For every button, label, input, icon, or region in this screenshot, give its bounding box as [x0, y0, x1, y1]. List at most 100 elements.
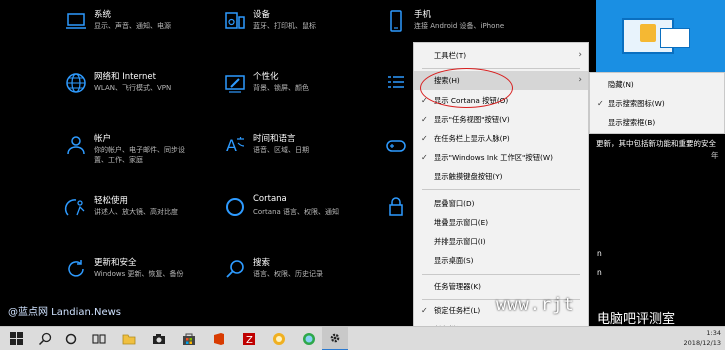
filezilla-icon: Z	[243, 333, 255, 346]
gaming-icon	[384, 133, 408, 157]
taskbar-search-button[interactable]	[32, 327, 58, 350]
chevron-right-icon: ›	[578, 75, 582, 85]
globe-icon	[64, 71, 88, 95]
tile-title: 设备	[253, 10, 271, 20]
tile-title: 网络和 Internet	[94, 72, 156, 82]
tile-desc: 语言、权限、历史记录	[253, 270, 323, 278]
promo-card-secondary	[660, 28, 690, 48]
tile-desc: 显示、声音、通知、电源	[94, 22, 171, 30]
person-icon	[64, 133, 88, 157]
tile-title: 帐户	[94, 134, 112, 144]
tile-desc: 背景、锁屏、颜色	[253, 84, 309, 92]
panel-text-year: 年	[711, 151, 719, 160]
checkmark-icon: ✓	[421, 115, 428, 124]
browser-icon	[303, 333, 315, 345]
checkmark-icon: ✓	[597, 99, 604, 108]
clock-time: 1:34	[706, 329, 721, 337]
search-icon	[223, 257, 247, 281]
tile-desc: Windows 更新、恢复、备份	[94, 270, 184, 278]
paintbrush-icon	[223, 71, 247, 95]
store-icon	[183, 333, 195, 345]
tile-title: 系统	[94, 10, 112, 20]
laptop-icon	[64, 9, 88, 33]
promo-badge-icon	[640, 24, 656, 42]
cortana-icon	[223, 195, 247, 219]
promo-illustration	[596, 0, 725, 76]
start-button[interactable]	[4, 327, 30, 350]
tile-title: 时间和语言	[253, 134, 296, 144]
menu-item-task-manager[interactable]: 任务管理器(K)	[414, 277, 588, 296]
tile-title: 个性化	[253, 72, 279, 82]
taskbar-app-browser[interactable]	[296, 327, 322, 350]
camera-icon	[153, 334, 165, 344]
taskbar-app-settings[interactable]	[322, 327, 348, 350]
taskbar-app-office[interactable]	[206, 327, 232, 350]
folder-icon	[122, 334, 136, 345]
ease-of-access-icon	[64, 195, 88, 219]
task-view-button[interactable]	[86, 327, 112, 350]
checkmark-icon: ✓	[421, 153, 428, 162]
chevron-right-icon: ›	[578, 50, 582, 60]
checkmark-icon: ✓	[421, 134, 428, 143]
tile-desc: WLAN、飞行模式、VPN	[94, 84, 172, 92]
clock-date: 2018/12/13	[683, 339, 721, 347]
tile-desc: 你的帐户、电子邮件、同步设	[94, 146, 185, 154]
tile-title: 轻松使用	[94, 196, 129, 206]
tile-desc: 语音、区域、日期	[253, 146, 309, 154]
devices-icon	[223, 9, 247, 33]
tile-desc: 连接 Android 设备、iPhone	[414, 22, 505, 30]
menu-item-cascade[interactable]: 层叠窗口(D)	[414, 194, 588, 213]
app-circle-icon	[273, 333, 285, 345]
cortana-icon	[65, 333, 77, 345]
menu-item-show-desktop[interactable]: 显示桌面(S)	[414, 251, 588, 270]
menu-item-side-by-side[interactable]: 并排显示窗口(I)	[414, 232, 588, 251]
menu-item-show-task-view[interactable]: ✓ 显示"任务视图"按钮(V)	[414, 110, 588, 129]
update-icon	[64, 257, 88, 281]
svg-text:A: A	[226, 136, 237, 155]
tile-desc: Cortana 语言、权限、通知	[253, 208, 340, 216]
submenu-item-show-search-box[interactable]: 显示搜索框(B)	[590, 113, 724, 132]
taskbar-app-yellow[interactable]	[266, 327, 292, 350]
menu-item-stack[interactable]: 堆叠显示窗口(E)	[414, 213, 588, 232]
search-icon	[38, 332, 52, 346]
submenu-item-show-search-icon[interactable]: ✓ 显示搜索图标(W)	[590, 94, 724, 113]
tile-title: 搜索	[253, 258, 271, 268]
tile-title: 更新和安全	[94, 258, 137, 268]
menu-item-show-cortana[interactable]: ✓ 显示 Cortana 按钮(O)	[414, 91, 588, 110]
svg-text:Z: Z	[246, 335, 253, 346]
taskbar-app-filezilla[interactable]: Z	[236, 327, 262, 350]
panel-text-n2: n	[597, 268, 602, 277]
windows-logo-icon	[10, 332, 23, 345]
taskbar-app-explorer[interactable]	[116, 327, 142, 350]
cortana-button[interactable]	[58, 327, 84, 350]
menu-divider	[422, 68, 580, 69]
watermark-landian: @蓝点网 Landian.News	[8, 307, 122, 318]
menu-item-search[interactable]: 搜索(H) ›	[414, 71, 588, 90]
tile-title: Cortana	[253, 194, 287, 204]
panel-text-update: 更新，其中包括新功能和重要的安全	[596, 139, 716, 148]
gear-icon	[330, 333, 340, 343]
watermark-site-name: 电脑吧评测室	[597, 312, 676, 327]
task-view-icon	[92, 334, 106, 344]
menu-item-show-windows-ink[interactable]: ✓ 显示"Windows Ink 工作区"按钮(W)	[414, 148, 588, 167]
privacy-icon	[384, 195, 408, 219]
watermark-url: www.rjt	[496, 295, 575, 315]
menu-divider	[422, 189, 580, 190]
system-clock[interactable]: 1:34 2018/12/13	[684, 328, 721, 348]
phone-icon	[384, 9, 408, 33]
submenu-item-hidden[interactable]: 隐藏(N)	[590, 75, 724, 94]
menu-item-show-people[interactable]: ✓ 在任务栏上显示人脉(P)	[414, 129, 588, 148]
panel-text-n1: n	[597, 249, 602, 258]
tile-desc-2: 置、工作、家庭	[94, 156, 143, 164]
settings-tile-search[interactable]: 搜索 语言、权限、历史记录	[223, 254, 413, 304]
checkmark-icon: ✓	[421, 306, 428, 315]
office-icon	[214, 333, 224, 345]
taskbar-app-camera[interactable]	[146, 327, 172, 350]
apps-icon	[384, 71, 408, 95]
search-submenu: 隐藏(N) ✓ 显示搜索图标(W) 显示搜索框(B)	[589, 72, 725, 134]
tile-desc: 讲述人、放大镜、高对比度	[94, 208, 178, 216]
menu-item-toolbars[interactable]: 工具栏(T) ›	[414, 46, 588, 65]
taskbar-app-store[interactable]	[176, 327, 202, 350]
menu-item-show-touch-keyboard[interactable]: 显示触摸键盘按钮(Y)	[414, 167, 588, 186]
time-language-icon: A	[223, 133, 247, 157]
